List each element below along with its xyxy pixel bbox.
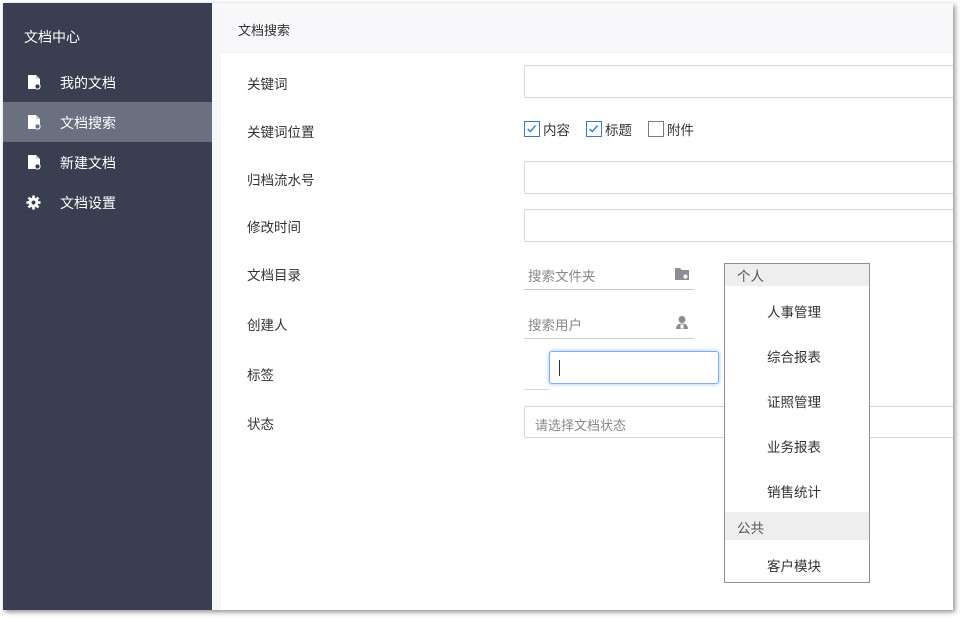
document-add-icon: [28, 155, 41, 170]
text-caret: [559, 360, 560, 376]
folder-icon[interactable]: [674, 266, 690, 281]
dropdown-item[interactable]: 销售统计: [767, 481, 821, 501]
modified-time-input[interactable]: [524, 209, 953, 242]
sidebar-item-label: 文档搜索: [60, 116, 116, 132]
keyword-position-options: 内容 标题 附件: [524, 119, 710, 139]
tag-underline: [524, 389, 549, 390]
directory-placeholder: 搜索文件夹: [528, 269, 596, 285]
dropdown-item[interactable]: 业务报表: [767, 436, 821, 456]
attachment-checkbox[interactable]: [648, 121, 664, 137]
dropdown-group-personal: 个人: [725, 264, 869, 286]
dropdown-item[interactable]: 证照管理: [767, 391, 821, 411]
title-checkbox-label[interactable]: 标题: [605, 119, 632, 139]
creator-search-input[interactable]: 搜索用户: [524, 305, 694, 339]
sidebar-item-doc-search[interactable]: 文档搜索: [3, 102, 212, 142]
sidebar-item-label: 新建文档: [60, 156, 116, 172]
modified-time-label: 修改时间: [247, 220, 301, 236]
content-checkbox-label[interactable]: 内容: [543, 119, 570, 139]
document-search-icon: [28, 115, 41, 130]
check-icon: [589, 125, 599, 133]
tag-input[interactable]: [549, 351, 719, 384]
page-title: 文档搜索: [238, 24, 291, 39]
sidebar-item-my-docs[interactable]: 我的文档: [3, 62, 212, 102]
sidebar-item-doc-settings[interactable]: 文档设置: [3, 182, 212, 222]
sidebar-item-label: 我的文档: [60, 76, 116, 92]
dropdown-item[interactable]: 综合报表: [767, 346, 821, 366]
attachment-checkbox-label[interactable]: 附件: [667, 119, 694, 139]
check-icon: [527, 125, 537, 133]
archive-no-input[interactable]: [524, 161, 953, 194]
status-label: 状态: [247, 417, 274, 433]
dropdown-group-label: 公共: [737, 521, 764, 537]
dropdown-item[interactable]: 客户模块: [767, 555, 821, 575]
status-placeholder: 请选择文档状态: [535, 419, 627, 434]
keyword-input[interactable]: [524, 65, 953, 98]
user-icon[interactable]: [674, 315, 690, 330]
sidebar-title: 文档中心: [24, 30, 80, 46]
dropdown-item[interactable]: 人事管理: [767, 301, 821, 321]
document-icon: [28, 75, 41, 90]
dropdown-group-label: 个人: [737, 269, 764, 285]
archive-no-label: 归档流水号: [247, 173, 315, 189]
keyword-label: 关键词: [247, 77, 288, 93]
dropdown-group-public: 公共: [725, 512, 869, 540]
title-checkbox[interactable]: [586, 121, 602, 137]
sidebar: 文档中心 我的文档 文档搜索 新建文档 文档设置: [3, 3, 212, 610]
gear-icon: [26, 195, 41, 210]
keyword-position-label: 关键词位置: [247, 125, 315, 141]
creator-placeholder: 搜索用户: [528, 318, 582, 334]
sidebar-item-new-doc[interactable]: 新建文档: [3, 142, 212, 182]
tag-label: 标签: [247, 368, 274, 384]
directory-search-input[interactable]: 搜索文件夹: [524, 256, 694, 290]
app-window: 文档中心 我的文档 文档搜索 新建文档 文档设置 文档搜索 关键词 关键词位置 …: [3, 3, 953, 610]
directory-dropdown: 个人 人事管理 综合报表 证照管理 业务报表 销售统计 公共 客户模块: [724, 263, 870, 583]
content-checkbox[interactable]: [524, 121, 540, 137]
directory-label: 文档目录: [247, 268, 301, 284]
creator-label: 创建人: [247, 318, 288, 334]
sidebar-item-label: 文档设置: [60, 196, 116, 212]
page-header: 文档搜索: [221, 3, 953, 53]
